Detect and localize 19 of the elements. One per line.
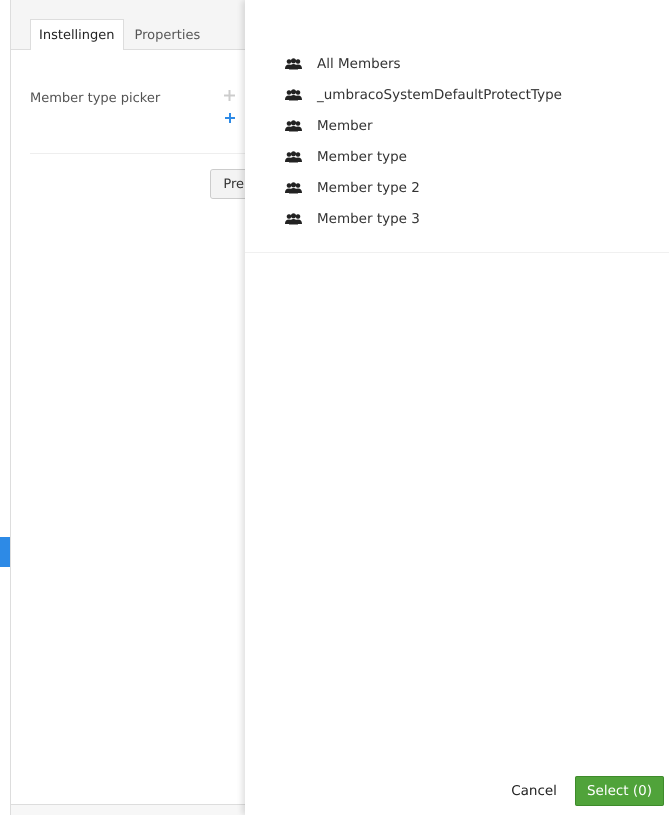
members-icon: [285, 88, 302, 100]
members-icon: [285, 150, 302, 162]
tab[interactable]: Properties: [126, 20, 210, 50]
active-indicator: [0, 537, 10, 567]
members-icon: [285, 212, 302, 224]
member-type-item[interactable]: Member type: [317, 148, 407, 164]
members-icon: [285, 182, 302, 194]
cancel-button[interactable]: Cancel: [511, 783, 557, 799]
members-icon: [285, 120, 302, 132]
member-type-item[interactable]: All Members: [317, 56, 401, 72]
add-icon[interactable]: [224, 113, 234, 123]
member-type-item[interactable]: Member type 2: [317, 180, 420, 196]
tab[interactable]: Instellingen: [30, 19, 124, 50]
members-icon: [285, 58, 302, 70]
property-label: Member type picker: [30, 91, 160, 108]
preview-button[interactable]: Pre: [210, 169, 245, 199]
member-type-item[interactable]: Member: [317, 118, 373, 134]
member-type-item[interactable]: _umbracoSystemDefaultProtectType: [317, 86, 562, 102]
member-type-item[interactable]: Member type 3: [317, 210, 420, 226]
